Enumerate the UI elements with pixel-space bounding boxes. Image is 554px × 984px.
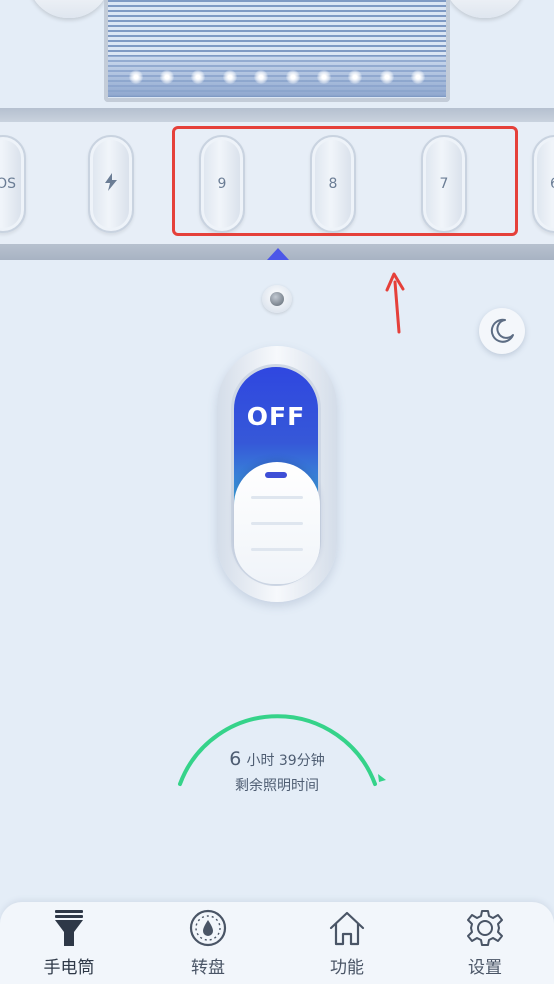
led	[379, 70, 394, 84]
mode-pill-6[interactable]: 6	[532, 135, 554, 233]
nav-tab-functions[interactable]: 功能	[307, 908, 387, 980]
nav-label: 设置	[468, 958, 502, 978]
mode-pill-label: 6	[550, 176, 554, 192]
nav-tab-dial[interactable]: 转盘	[168, 908, 248, 980]
nav-label: 转盘	[191, 958, 225, 978]
remaining-unit-text: 小时 39分钟	[246, 753, 325, 769]
knob-grip-line	[251, 522, 303, 525]
led	[285, 70, 300, 84]
led	[222, 70, 237, 84]
led	[317, 70, 332, 84]
moon-icon	[490, 318, 514, 343]
nav-tab-settings[interactable]: 设置	[445, 908, 525, 980]
lamp-side-right	[444, 0, 526, 18]
led-row	[120, 68, 434, 86]
knob-notch	[265, 472, 287, 478]
led	[191, 70, 206, 84]
knob-grip-line	[251, 496, 303, 499]
power-indicator-light	[262, 285, 292, 313]
remaining-time-value: 6 小时 39分钟	[170, 748, 384, 770]
night-mode-button[interactable]	[479, 308, 525, 354]
flashlight-screen: OS 9 8 7 6 OFF 6	[0, 0, 554, 984]
lightning-icon	[104, 173, 118, 195]
led	[348, 70, 363, 84]
led	[411, 70, 426, 84]
led	[128, 70, 143, 84]
mode-bar-top-rail	[0, 108, 554, 122]
nav-label: 功能	[330, 958, 364, 978]
lamp-side-left	[28, 0, 110, 18]
mode-pill-sos[interactable]: OS	[0, 135, 26, 233]
nav-label: 手电筒	[43, 958, 95, 978]
flashlight-icon	[49, 908, 89, 948]
led	[160, 70, 175, 84]
gear-icon	[465, 908, 505, 948]
mode-pill-label: OS	[0, 176, 16, 192]
annotation-arrow-icon	[385, 272, 405, 334]
knob-grip-line	[251, 548, 303, 551]
selected-mode-pointer	[267, 248, 289, 260]
home-icon	[327, 908, 367, 948]
highlight-box	[172, 126, 518, 236]
switch-state-label: OFF	[246, 402, 306, 431]
remaining-time-label: 剩余照明时间	[235, 778, 319, 794]
remaining-hours: 6	[229, 748, 242, 770]
dial-icon	[188, 908, 228, 948]
nav-tab-flashlight[interactable]: 手电筒	[29, 908, 109, 980]
mode-pill-strobe[interactable]	[88, 135, 134, 233]
led	[254, 70, 269, 84]
lamp-head	[104, 0, 450, 102]
